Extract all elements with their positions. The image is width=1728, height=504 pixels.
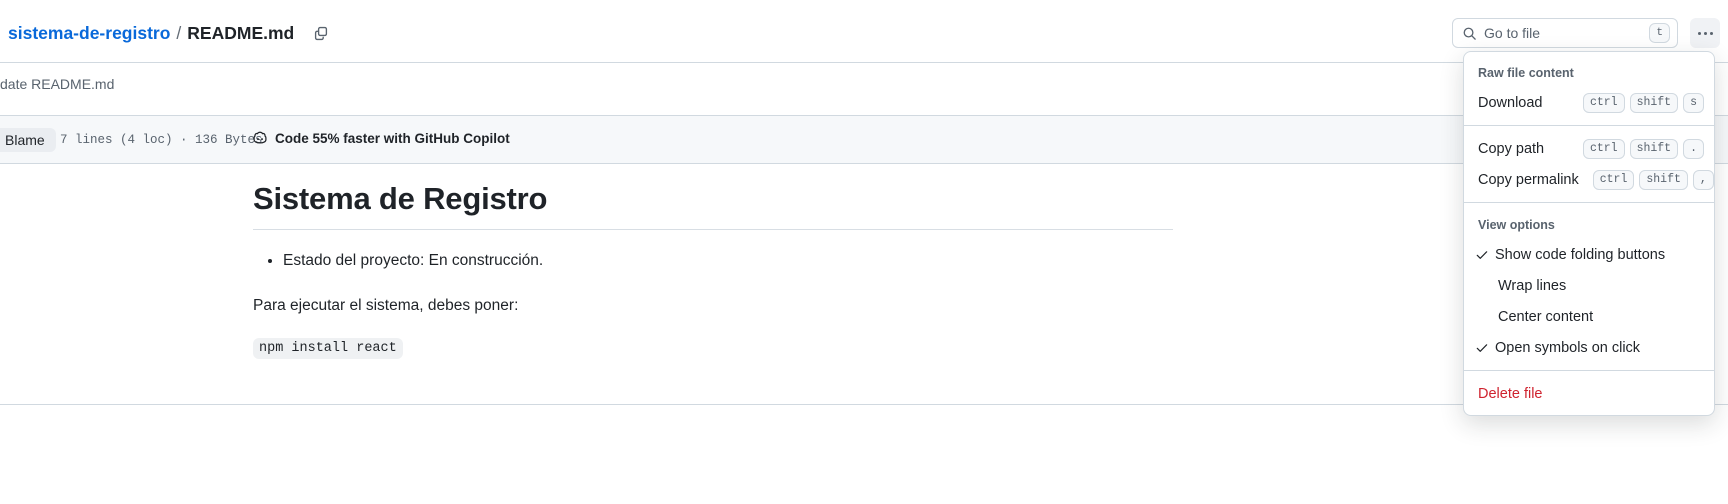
kbd-shift: shift	[1639, 169, 1688, 190]
kbd-ctrl: ctrl	[1592, 169, 1635, 190]
menu-item-center-content-label: Center content	[1498, 308, 1594, 325]
kbd-period: .	[1683, 138, 1704, 159]
kbd-ctrl: ctrl	[1582, 138, 1625, 159]
markdown-paragraph: Para ejecutar el sistema, debes poner:	[253, 296, 519, 314]
kbd-ctrl: ctrl	[1582, 92, 1625, 113]
page-title: Sistema de Registro	[253, 180, 1173, 230]
markdown-code-wrapper: npm install react	[253, 337, 1173, 359]
file-options-menu: Raw file content Download ctrl shift s C…	[1463, 51, 1715, 416]
menu-group-raw-file-content: Raw file content	[1478, 66, 1574, 80]
breadcrumb-repo-link[interactable]: sistema-de-registro	[8, 20, 170, 46]
menu-separator-1	[1464, 125, 1714, 126]
menu-item-download-shortcut: ctrl shift s	[1582, 92, 1704, 113]
copilot-icon	[252, 130, 268, 146]
blame-button[interactable]: Blame	[0, 128, 56, 152]
menu-item-delete-file[interactable]: Delete file	[1464, 378, 1714, 409]
menu-item-show-code-folding-label: Show code folding buttons	[1495, 246, 1666, 263]
menu-item-copy-path-label: Copy path	[1478, 140, 1545, 157]
markdown-list: Estado del proyecto: En construcción.	[253, 249, 1173, 273]
inline-code: npm install react	[253, 337, 403, 359]
menu-item-copy-permalink-label: Copy permalink	[1478, 171, 1579, 188]
file-metadata: 7 lines (4 loc) · 136 Bytes	[60, 133, 263, 147]
list-item: Estado del proyecto: En construcción.	[283, 249, 1173, 273]
search-shortcut-key: t	[1649, 23, 1670, 43]
menu-separator-3	[1464, 370, 1714, 371]
check-icon	[1475, 248, 1495, 262]
check-icon	[1475, 341, 1495, 355]
kbd-shift: shift	[1629, 138, 1679, 159]
menu-item-copy-permalink[interactable]: Copy permalink ctrl shift ,	[1464, 164, 1714, 195]
menu-item-copy-permalink-shortcut: ctrl shift ,	[1592, 169, 1714, 190]
menu-item-open-symbols-on-click[interactable]: Open symbols on click	[1464, 332, 1714, 363]
menu-item-show-code-folding[interactable]: Show code folding buttons	[1464, 239, 1714, 270]
copilot-cta-label: Code 55% faster with GitHub Copilot	[275, 130, 510, 146]
menu-item-wrap-lines-label: Wrap lines	[1498, 277, 1567, 294]
breadcrumb: sistema-de-registro / README.md	[8, 20, 334, 46]
menu-item-delete-file-label: Delete file	[1478, 385, 1543, 402]
markdown-body: Sistema de Registro Estado del proyecto:…	[253, 180, 1173, 359]
search-input[interactable]: Go to file t	[1452, 18, 1678, 48]
kebab-horizontal-icon	[1697, 31, 1713, 35]
menu-item-download-label: Download	[1478, 94, 1543, 111]
menu-item-copy-path-shortcut: ctrl shift .	[1582, 138, 1704, 159]
search-placeholder: Go to file	[1484, 25, 1541, 41]
github-file-view: sistema-de-registro / README.md Go to fi…	[0, 0, 1728, 504]
breadcrumb-separator: /	[176, 23, 182, 43]
breadcrumb-filename: README.md	[187, 23, 295, 43]
menu-item-open-symbols-label: Open symbols on click	[1495, 339, 1641, 356]
kbd-shift: shift	[1629, 92, 1679, 113]
commit-message[interactable]: date README.md	[0, 74, 114, 95]
kbd-s: s	[1683, 92, 1704, 113]
menu-item-center-content[interactable]: Center content	[1464, 301, 1714, 332]
menu-group-view-options: View options	[1478, 218, 1555, 232]
copy-icon[interactable]	[308, 20, 334, 46]
menu-item-wrap-lines[interactable]: Wrap lines	[1464, 270, 1714, 301]
menu-item-copy-path[interactable]: Copy path ctrl shift .	[1464, 133, 1714, 164]
copilot-cta-button[interactable]: Code 55% faster with GitHub Copilot	[252, 130, 510, 146]
menu-item-download[interactable]: Download ctrl shift s	[1464, 87, 1714, 118]
kbd-comma: ,	[1692, 169, 1714, 190]
more-options-button[interactable]	[1690, 18, 1720, 48]
menu-separator-2	[1464, 202, 1714, 203]
search-icon	[1462, 26, 1477, 41]
